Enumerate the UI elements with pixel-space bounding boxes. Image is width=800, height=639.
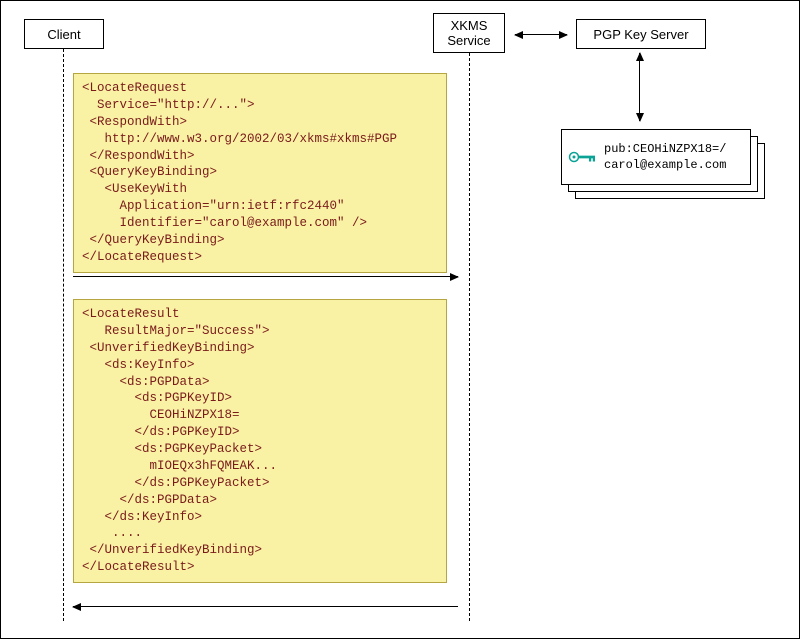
locate-result-xml: <LocateResult ResultMajor="Success"> <Un… — [73, 299, 447, 583]
locate-request-xml: <LocateRequest Service="http://..."> <Re… — [73, 73, 447, 273]
key-icon — [568, 150, 598, 164]
lifeline-client — [63, 49, 64, 621]
key-entry-line2: carol@example.com — [604, 157, 726, 173]
actor-xkms-service: XKMS Service — [433, 13, 505, 53]
key-entry-line1: pub:CEOHiNZPX18=/ — [604, 141, 726, 157]
actor-client: Client — [24, 19, 104, 49]
arrow-request — [73, 276, 458, 277]
actor-pgp-key-server: PGP Key Server — [576, 19, 706, 49]
sequence-diagram: Client XKMS Service PGP Key Server pub:C… — [0, 0, 800, 639]
lifeline-xkms — [469, 53, 470, 621]
arrow-xkms-pgp — [515, 34, 567, 35]
key-entry-card: pub:CEOHiNZPX18=/ carol@example.com — [561, 129, 751, 185]
arrow-pgp-to-keys — [639, 53, 640, 121]
arrow-response — [73, 606, 458, 607]
key-entry-text: pub:CEOHiNZPX18=/ carol@example.com — [604, 141, 726, 173]
